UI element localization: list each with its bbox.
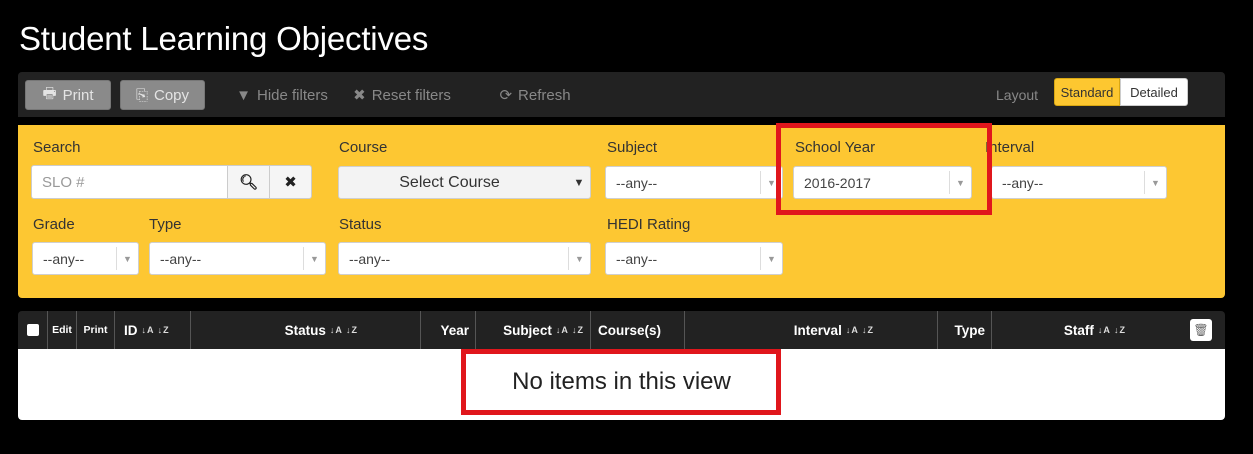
table-header: Edit Print ID ↓A ↓Z Status ↓A ↓Z Year Subj…	[18, 311, 1225, 349]
column-year: Year	[421, 311, 476, 349]
sort-icon[interactable]: ↓A ↓Z	[556, 325, 584, 335]
column-subject[interactable]: Subject ↓A ↓Z	[476, 311, 591, 349]
chevron-down-icon: ▼	[573, 176, 585, 189]
chevron-down-icon: ▼	[1144, 171, 1166, 194]
interval-label: Interval	[985, 139, 1035, 156]
type-label: Type	[149, 216, 182, 233]
chevron-down-icon: ▼	[116, 247, 138, 270]
trash-icon[interactable]: 🗑︎	[1190, 319, 1212, 341]
column-courses: Course(s)	[591, 311, 685, 349]
filter-icon: ▼	[236, 86, 251, 104]
subject-select[interactable]: --any-- ▼	[605, 166, 783, 199]
status-select[interactable]: --any-- ▼	[338, 242, 591, 275]
sort-icon[interactable]: ↓A ↓Z	[1098, 325, 1126, 335]
interval-select[interactable]: --any-- ▼	[991, 166, 1167, 199]
search-icon: 🔍︎	[238, 174, 259, 191]
close-icon: ✖	[353, 87, 366, 104]
sort-icon[interactable]: ↓A ↓Z	[330, 325, 358, 335]
hide-filters-button[interactable]: ▼ Hide filters	[230, 80, 334, 110]
search-label: Search	[33, 139, 81, 156]
empty-message-highlight	[461, 349, 781, 415]
page-title: Student Learning Objectives	[19, 20, 429, 57]
select-all-checkbox-cell	[18, 311, 48, 349]
grade-label: Grade	[33, 216, 75, 233]
refresh-icon: ⟳	[499, 87, 513, 104]
copy-button[interactable]: ⎘ Copy	[120, 80, 205, 110]
layout-label: Layout	[996, 87, 1039, 103]
search-input[interactable]: SLO #	[31, 165, 228, 199]
column-print: Print	[77, 311, 115, 349]
column-interval[interactable]: Interval ↓A ↓Z	[685, 311, 938, 349]
type-select[interactable]: --any-- ▼	[149, 242, 326, 275]
refresh-button[interactable]: ⟳ Refresh	[490, 80, 580, 110]
sort-icon[interactable]: ↓A ↓Z	[142, 325, 170, 335]
print-button[interactable]: 🖶 Print	[25, 80, 111, 110]
hedi-rating-label: HEDI Rating	[607, 216, 691, 233]
layout-standard-button[interactable]: Standard	[1054, 78, 1120, 106]
clear-search-button[interactable]: ✖	[269, 165, 312, 199]
filter-panel: Search SLO # 🔍︎ ✖ Course Select Course ▼…	[18, 125, 1225, 298]
grade-select[interactable]: --any-- ▼	[32, 242, 139, 275]
course-label: Course	[339, 139, 388, 156]
status-label: Status	[339, 216, 382, 233]
select-all-checkbox[interactable]	[26, 324, 39, 336]
column-status[interactable]: Status ↓A ↓Z	[191, 311, 421, 349]
toolbar: 🖶 Print ⎘ Copy ▼ Hide filters ✖ Reset fi…	[18, 72, 1225, 117]
layout-detailed-button[interactable]: Detailed	[1120, 78, 1188, 106]
sort-icon[interactable]: ↓A ↓Z	[846, 325, 874, 335]
subject-label: Subject	[607, 139, 658, 156]
school-year-highlight	[776, 123, 992, 215]
column-staff[interactable]: Staff ↓A ↓Z	[992, 311, 1180, 349]
chevron-down-icon: ▼	[760, 247, 782, 270]
hedi-rating-select[interactable]: --any-- ▼	[605, 242, 783, 275]
search-button[interactable]: 🔍︎	[227, 165, 270, 199]
column-type: Type	[938, 311, 992, 349]
column-id[interactable]: ID ↓A ↓Z	[115, 311, 191, 349]
reset-filters-button[interactable]: ✖ Reset filters	[332, 80, 472, 110]
course-select[interactable]: Select Course ▼	[338, 166, 591, 199]
copy-icon: ⎘	[135, 86, 148, 104]
chevron-down-icon: ▼	[568, 247, 590, 270]
column-edit: Edit	[48, 311, 77, 349]
close-icon: ✖	[284, 174, 297, 191]
print-icon: 🖶	[42, 84, 57, 102]
chevron-down-icon: ▼	[303, 247, 325, 270]
